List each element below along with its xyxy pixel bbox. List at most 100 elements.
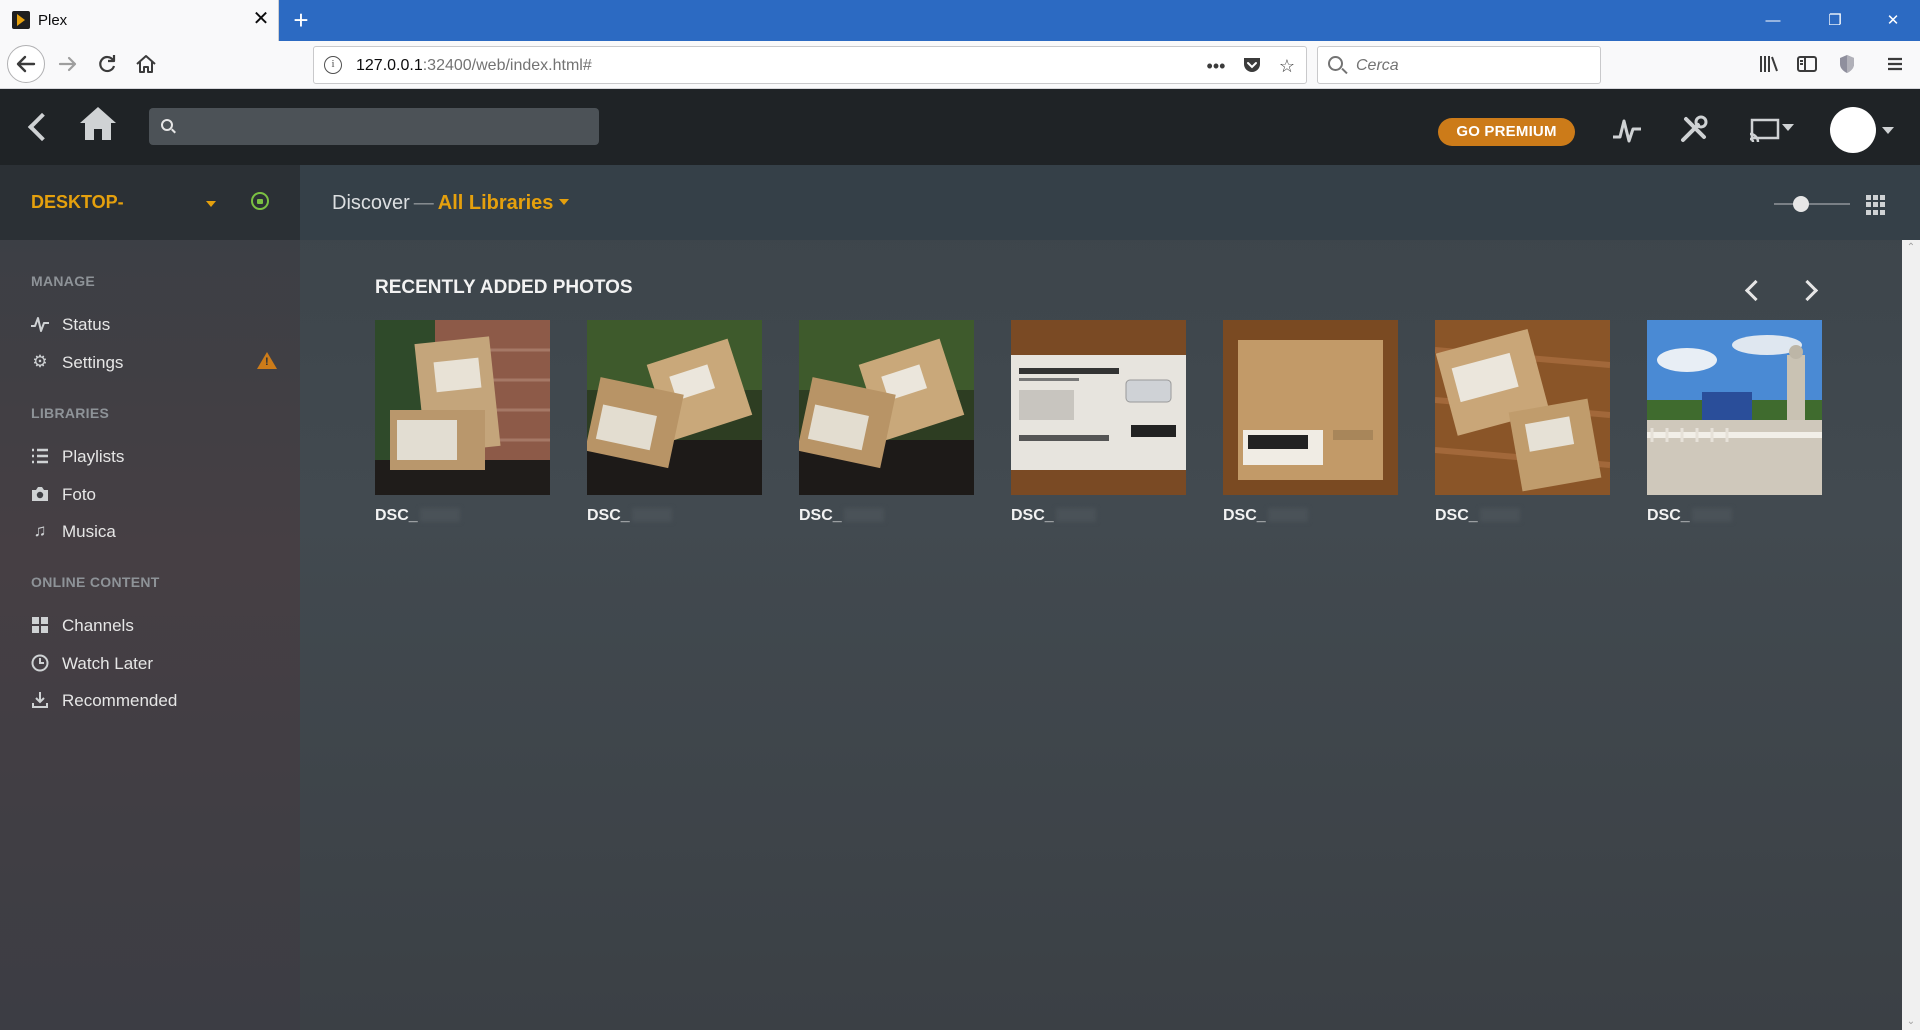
activity-icon[interactable] [1609, 111, 1645, 147]
sidebar-item-musica[interactable]: ♫ Musica [0, 515, 300, 549]
tab-close-icon[interactable]: ✕ [250, 8, 272, 30]
photo-card[interactable]: DSC_ [587, 320, 762, 531]
library-icon[interactable] [1756, 52, 1782, 78]
photo-thumbnail[interactable] [375, 320, 550, 495]
new-tab-button[interactable]: + [287, 6, 315, 34]
page-scrollbar[interactable]: ⌃ ⌄ [1902, 240, 1920, 1030]
section-online-content: ONLINE CONTENT [31, 574, 160, 590]
minimize-button[interactable]: — [1750, 0, 1796, 41]
photo-thumbnail[interactable] [587, 320, 762, 495]
sidebar-item-recommended[interactable]: Recommended [0, 684, 300, 718]
sidebar-item-status[interactable]: Status [0, 308, 300, 342]
sidebar-item-foto[interactable]: Foto [0, 478, 300, 512]
more-dots-icon[interactable]: ••• [1204, 54, 1228, 78]
user-avatar[interactable] [1830, 107, 1876, 153]
cast-caret-icon[interactable] [1782, 124, 1794, 131]
library-filter-dropdown[interactable]: All Libraries [438, 192, 554, 214]
server-name[interactable]: DESKTOP- [31, 192, 124, 213]
close-window-button[interactable]: ✕ [1870, 0, 1916, 41]
photo-title[interactable]: DSC_ [799, 507, 884, 525]
home-icon [136, 55, 156, 73]
photo-title-text: DSC_ [1435, 507, 1478, 524]
chevron-down-icon[interactable] [559, 199, 570, 205]
photo-card[interactable]: DSC_ [1435, 320, 1610, 531]
shield-icon[interactable] [1834, 52, 1860, 78]
scroll-down-icon[interactable]: ⌄ [1906, 1017, 1916, 1027]
tools-icon[interactable] [1676, 111, 1712, 147]
photo-card[interactable]: DSC_ [1647, 320, 1822, 531]
browser-titlebar: Plex ✕ + — ❐ ✕ [0, 0, 1920, 41]
sidebar-item-label: Settings [62, 353, 124, 372]
sidebar-item-label: Channels [62, 616, 134, 635]
browser-tab[interactable]: Plex ✕ [0, 0, 279, 41]
zoom-slider-handle[interactable] [1793, 196, 1809, 212]
restore-button[interactable]: ❐ [1812, 0, 1858, 41]
carousel-next-button[interactable] [1796, 275, 1824, 303]
sidebar-item-watch-later[interactable]: Watch Later [0, 647, 300, 681]
camera-icon [30, 484, 50, 504]
sidebar-icon[interactable] [1794, 52, 1820, 78]
pocket-icon[interactable] [1240, 54, 1264, 78]
photo-title[interactable]: DSC_ [1223, 507, 1308, 525]
back-button[interactable] [7, 45, 45, 83]
clock-icon [30, 653, 50, 673]
photo-title-text: DSC_ [799, 507, 842, 524]
sidebar-item-label: Playlists [62, 447, 125, 466]
plex-home-icon[interactable] [80, 107, 116, 143]
photo-title[interactable]: DSC_ [1435, 507, 1520, 525]
sidebar: DESKTOP- MANAGE Status ⚙ Settings ! LIBR… [0, 165, 300, 1030]
main-toolbar: Discover — All Libraries [300, 165, 1920, 240]
search-icon [1328, 56, 1343, 71]
url-host: 127.0.0.1 [356, 57, 423, 74]
forward-button[interactable] [54, 50, 82, 78]
cast-icon[interactable] [1744, 111, 1784, 147]
photo-thumbnail[interactable] [799, 320, 974, 495]
photo-thumbnail[interactable] [1011, 320, 1186, 495]
search-bar[interactable]: Cerca [1317, 46, 1601, 84]
photo-thumbnail[interactable] [1435, 320, 1610, 495]
server-selector[interactable]: DESKTOP- [0, 165, 300, 240]
redacted-text [1267, 508, 1308, 522]
scroll-up-icon[interactable]: ⌃ [1906, 243, 1916, 253]
site-info-icon[interactable]: i [324, 56, 342, 74]
grid-view-icon[interactable] [1866, 195, 1886, 215]
photo-title-text: DSC_ [587, 507, 630, 524]
go-premium-button[interactable]: GO PREMIUM [1438, 118, 1575, 146]
plex-header: GO PREMIUM [0, 89, 1920, 165]
photo-title[interactable]: DSC_ [375, 507, 460, 525]
photo-card[interactable]: DSC_ [1011, 320, 1186, 531]
server-caret-icon[interactable] [206, 201, 216, 207]
main-content: Discover — All Libraries RECENTLY ADDED PH… [300, 165, 1920, 1030]
redacted-text [631, 508, 672, 522]
photo-card[interactable]: DSC_ [799, 320, 974, 531]
url-bar[interactable]: i 127.0.0.1:32400/web/index.html# ••• ☆ [313, 46, 1307, 84]
zoom-slider-track[interactable] [1774, 203, 1850, 205]
plex-back-button[interactable] [22, 109, 52, 145]
sidebar-item-settings[interactable]: ⚙ Settings ! [0, 346, 300, 380]
section-title[interactable]: RECENTLY ADDED PHOTOS [375, 277, 633, 299]
user-menu-caret-icon[interactable] [1882, 127, 1894, 134]
photo-card[interactable]: DSC_ [375, 320, 550, 531]
warning-mark: ! [265, 356, 269, 368]
url-text[interactable]: 127.0.0.1:32400/web/index.html# [356, 57, 592, 75]
redacted-text [419, 508, 460, 522]
photo-title[interactable]: DSC_ [1647, 507, 1732, 525]
photo-card[interactable]: DSC_ [1223, 320, 1398, 531]
sidebar-item-playlists[interactable]: Playlists [0, 440, 300, 474]
photo-title-text: DSC_ [1223, 507, 1266, 524]
warning-icon[interactable]: ! [257, 352, 277, 369]
carousel-prev-button[interactable] [1738, 275, 1766, 303]
photo-thumbnail[interactable] [1647, 320, 1822, 495]
photo-title[interactable]: DSC_ [1011, 507, 1096, 525]
photo-thumbnail[interactable] [1223, 320, 1398, 495]
plex-search-input[interactable] [149, 108, 599, 145]
home-button[interactable] [132, 50, 160, 78]
reload-button[interactable] [93, 50, 121, 78]
photo-title[interactable]: DSC_ [587, 507, 672, 525]
download-icon [30, 690, 50, 710]
sidebar-item-label: Foto [62, 485, 97, 504]
sidebar-item-channels[interactable]: Channels [0, 609, 300, 643]
hamburger-menu-icon[interactable] [1882, 52, 1908, 78]
grid-icon [30, 615, 50, 635]
star-icon[interactable]: ☆ [1275, 54, 1299, 78]
